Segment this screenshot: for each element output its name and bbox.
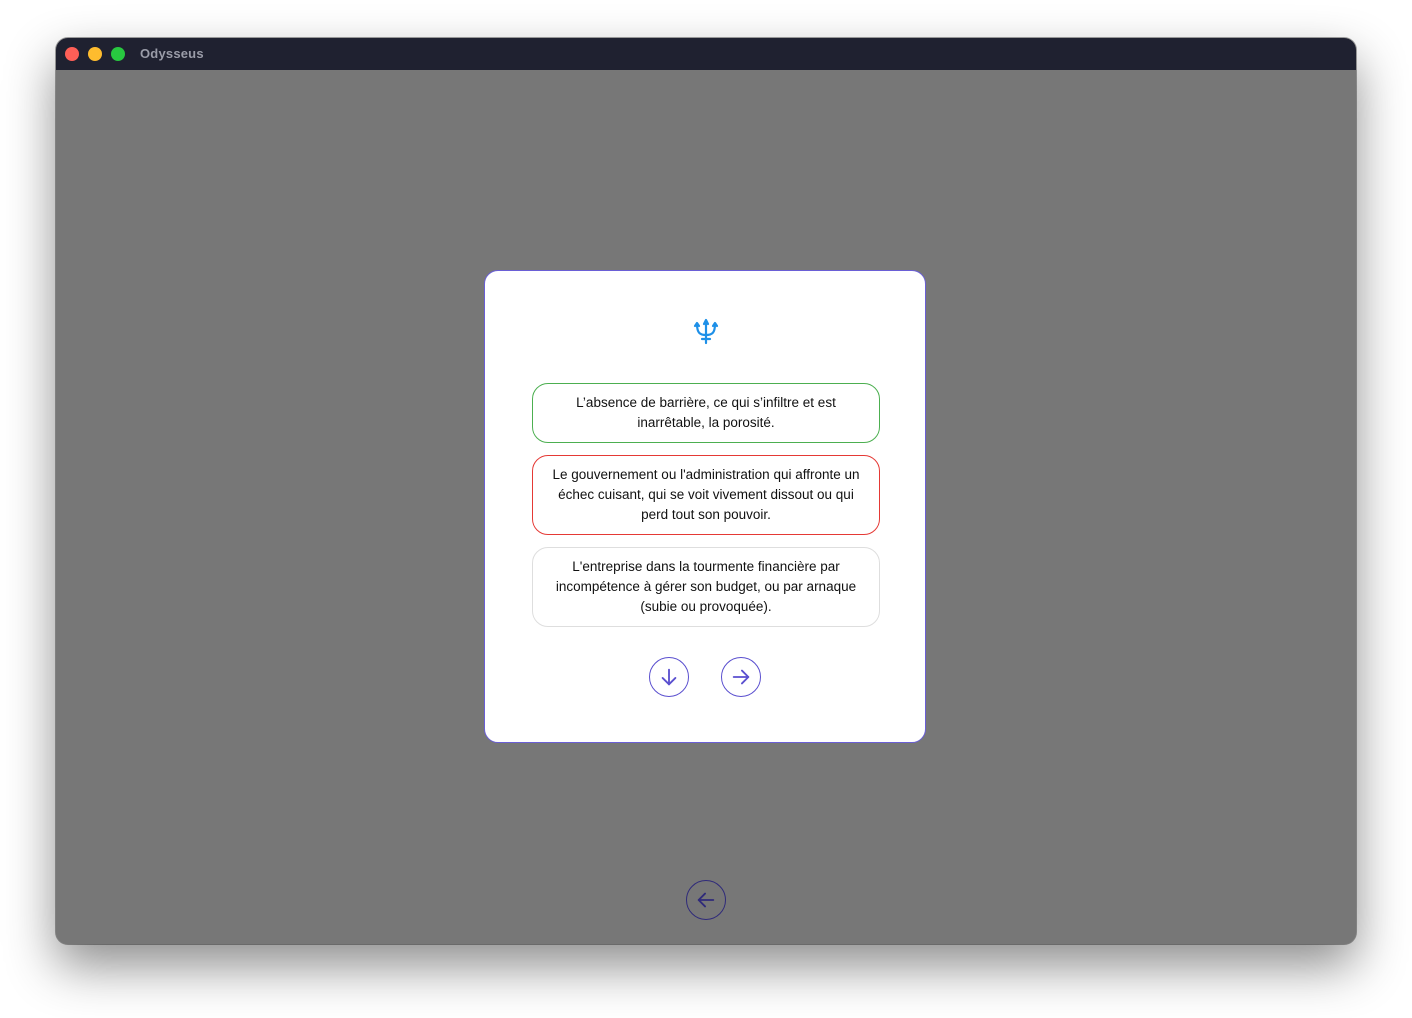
zoom-window-button[interactable] xyxy=(111,47,125,61)
minimize-window-button[interactable] xyxy=(88,47,102,61)
app-window: Odysseus L’absence de barrière, ce qui s… xyxy=(56,38,1356,944)
title-bar: Odysseus xyxy=(56,38,1356,70)
arrow-down-icon xyxy=(661,668,677,686)
trident-icon xyxy=(693,318,719,345)
window-title: Odysseus xyxy=(140,46,204,61)
arrow-right-icon xyxy=(732,669,750,685)
answer-option-text: L’absence de barrière, ce qui s’infiltre… xyxy=(576,395,836,430)
answer-option-neutral[interactable]: L'entreprise dans la tourmente financièr… xyxy=(532,547,880,627)
arrow-left-icon xyxy=(697,892,715,908)
quiz-card: L’absence de barrière, ce qui s’infiltre… xyxy=(484,270,926,743)
answer-option-correct[interactable]: L’absence de barrière, ce qui s’infiltre… xyxy=(532,383,880,443)
answer-option-wrong[interactable]: Le gouvernement ou l'administration qui … xyxy=(532,455,880,535)
answer-option-text: Le gouvernement ou l'administration qui … xyxy=(552,467,860,522)
scroll-down-button[interactable] xyxy=(649,657,689,697)
main-content: L’absence de barrière, ce qui s’infiltre… xyxy=(56,70,1356,944)
close-window-button[interactable] xyxy=(65,47,79,61)
answer-option-text: L'entreprise dans la tourmente financièr… xyxy=(555,559,857,614)
back-button[interactable] xyxy=(686,880,726,920)
next-button[interactable] xyxy=(721,657,761,697)
